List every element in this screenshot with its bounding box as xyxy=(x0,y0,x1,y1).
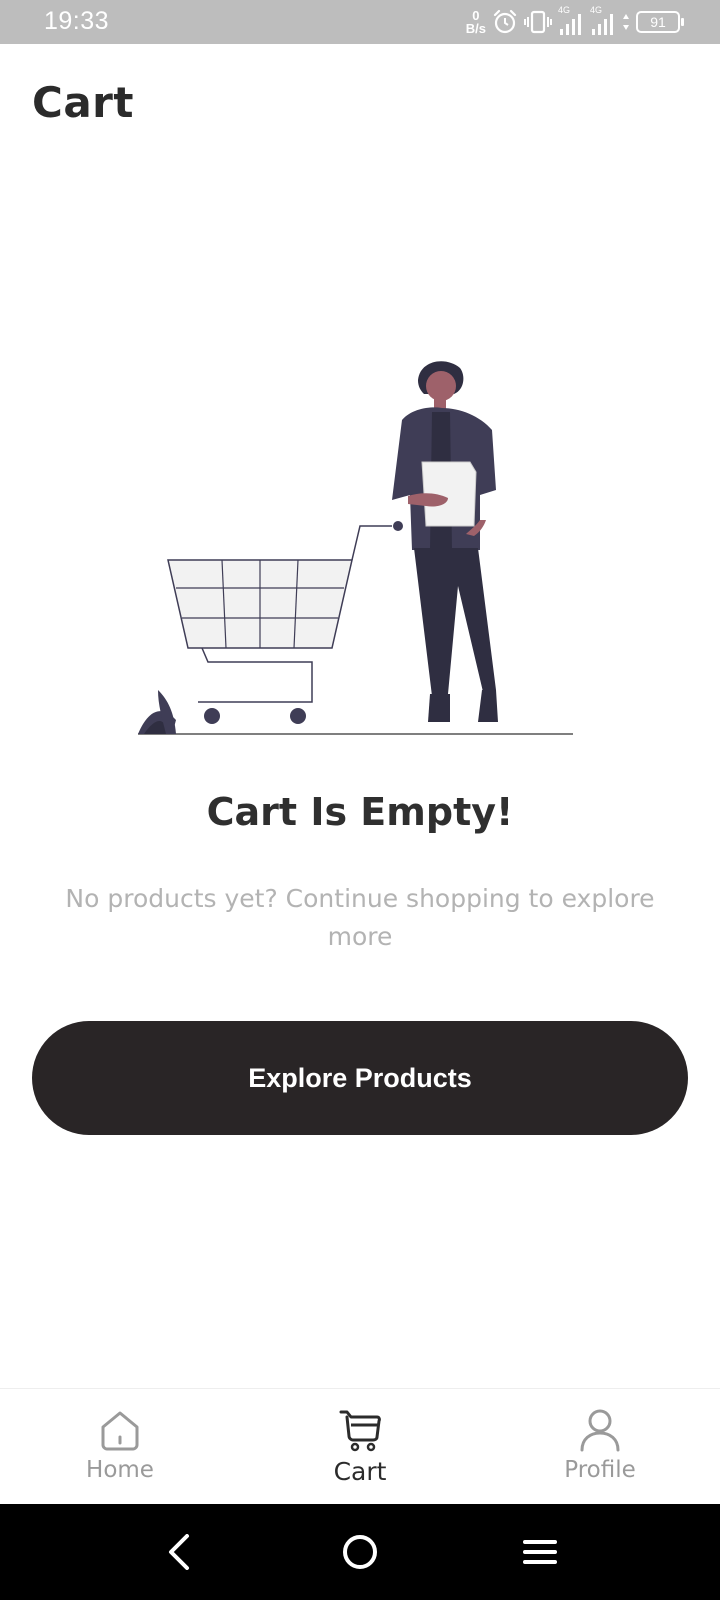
alarm-icon xyxy=(493,9,517,34)
network-speed: 0 B/s xyxy=(466,9,486,35)
menu-button[interactable] xyxy=(520,1532,560,1572)
home-circle-icon xyxy=(343,1535,377,1569)
bottom-nav: Home Cart Profile xyxy=(0,1388,720,1504)
vibrate-icon xyxy=(524,10,552,34)
cart-icon xyxy=(339,1410,381,1452)
nav-label-cart: Cart xyxy=(333,1457,387,1486)
data-transfer-icon xyxy=(623,14,629,30)
system-nav-bar xyxy=(0,1504,720,1600)
page-title: Cart xyxy=(32,78,134,127)
empty-state-subtitle: No products yet? Continue shopping to ex… xyxy=(65,884,655,951)
explore-products-button[interactable]: Explore Products xyxy=(32,1021,688,1135)
back-icon xyxy=(169,1534,189,1570)
empty-state-title: Cart Is Empty! xyxy=(206,790,514,834)
signal-sim1-tag: 4G xyxy=(558,5,571,15)
signal-sim1: 4G xyxy=(558,5,584,37)
nav-item-cart[interactable]: Cart xyxy=(240,1389,480,1504)
status-bar: 19:33 0 B/s 4G 4G 91 xyxy=(0,0,720,44)
back-button[interactable] xyxy=(159,1532,199,1572)
nav-item-home[interactable]: Home xyxy=(0,1389,240,1504)
profile-icon xyxy=(580,1409,620,1452)
menu-icon xyxy=(523,1540,557,1564)
nav-label-home: Home xyxy=(86,1457,154,1483)
home-icon xyxy=(101,1411,139,1451)
home-button[interactable] xyxy=(340,1532,380,1572)
signal-sim2: 4G xyxy=(590,5,616,37)
empty-cart-illustration xyxy=(138,361,573,735)
network-speed-unit: B/s xyxy=(465,21,486,36)
battery-icon: 91 xyxy=(636,11,684,33)
signal-sim2-tag: 4G xyxy=(590,5,603,15)
status-time: 19:33 xyxy=(44,7,110,35)
nav-item-profile[interactable]: Profile xyxy=(480,1389,720,1504)
status-icons: 0 B/s 4G 4G 91 xyxy=(466,5,684,38)
nav-label-profile: Profile xyxy=(564,1457,636,1483)
battery-level: 91 xyxy=(650,14,666,30)
